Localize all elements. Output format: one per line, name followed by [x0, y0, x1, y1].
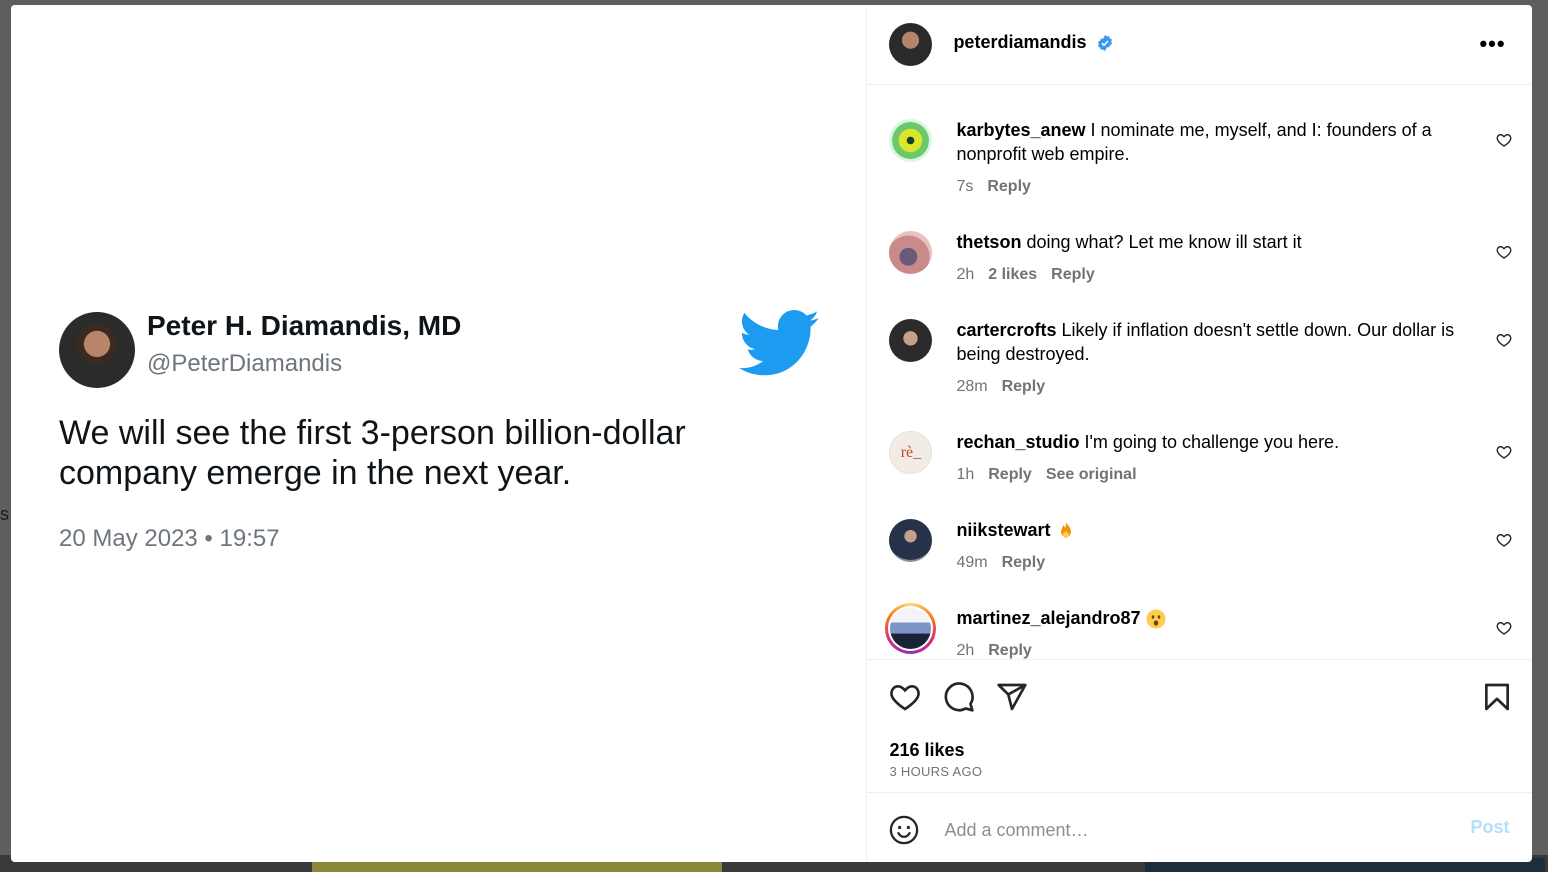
comment-meta: 49m Reply — [956, 554, 1059, 572]
owner-avatar[interactable] — [889, 23, 933, 66]
save-bookmark-icon[interactable] — [1481, 681, 1513, 713]
comment-username[interactable]: rechan_studio — [956, 432, 1079, 452]
comment-like-icon[interactable] — [1496, 532, 1512, 548]
twitter-bird-icon — [739, 310, 820, 376]
verified-badge-icon — [1098, 35, 1113, 51]
backdrop-edge-text: s — [0, 504, 9, 524]
comment-username[interactable]: niikstewart — [956, 520, 1050, 540]
reply-button[interactable]: Reply — [1002, 554, 1046, 571]
commenter-avatar[interactable] — [889, 119, 933, 162]
comment-text: martinez_alejandro87 — [956, 606, 1486, 630]
comment-meta: 28m Reply — [956, 378, 1059, 396]
comment-username[interactable]: karbytes_anew — [956, 120, 1085, 140]
comment-like-icon[interactable] — [1496, 444, 1512, 460]
comment-time: 1h — [956, 466, 975, 483]
comment-composer: Post — [867, 792, 1532, 862]
comment-text: karbytes_anew I nominate me, myself, and… — [956, 118, 1486, 166]
post-actions: 216 likes 3 HOURS AGO Post — [867, 659, 1532, 862]
comment-time: 49m — [956, 554, 988, 571]
comment-text: niikstewart — [956, 518, 1486, 542]
likes-count[interactable]: 216 likes — [889, 740, 964, 761]
post-time-ago: 3 HOURS AGO — [889, 764, 983, 779]
share-icon[interactable] — [996, 681, 1028, 713]
comments-list: karbytes_anew I nominate me, myself, and… — [867, 86, 1532, 659]
comment-text: rechan_studio I'm going to challenge you… — [956, 430, 1486, 454]
commenter-avatar-story-ring[interactable] — [885, 603, 937, 654]
comment-text: cartercrofts Likely if inflation doesn't… — [956, 318, 1486, 366]
owner-username[interactable]: peterdiamandis — [953, 32, 1086, 53]
reply-button[interactable]: Reply — [1051, 266, 1095, 283]
more-options-button[interactable]: ••• — [1479, 31, 1505, 57]
comment-username[interactable]: thetson — [956, 232, 1021, 252]
tweet-author-avatar — [59, 312, 135, 388]
comment-like-icon[interactable] — [1496, 132, 1512, 148]
post-modal: Peter H. Diamandis, MD @PeterDiamandis W… — [11, 5, 1532, 862]
comment-like-icon[interactable] — [1496, 244, 1512, 260]
see-original-button[interactable]: See original — [1046, 466, 1137, 483]
comment-time: 7s — [956, 178, 974, 195]
tweet-author-handle: @PeterDiamandis — [147, 350, 343, 377]
astonished-emoji-icon — [1146, 609, 1166, 629]
reply-button[interactable]: Reply — [988, 466, 1032, 483]
comment-meta: 7s Reply — [956, 178, 1044, 196]
comment-meta: 1h Reply See original — [956, 466, 1150, 484]
comment-text: thetson doing what? Let me know ill star… — [956, 230, 1486, 254]
fire-emoji-icon — [1060, 522, 1071, 539]
comment-content: I'm going to challenge you here. — [1079, 432, 1340, 452]
reply-button[interactable]: Reply — [987, 178, 1031, 195]
post-header: peterdiamandis ••• — [867, 5, 1532, 85]
commenter-avatar[interactable] — [889, 519, 933, 562]
comment-time: 28m — [956, 378, 988, 395]
commenter-avatar[interactable] — [889, 231, 933, 274]
comment-username[interactable]: cartercrofts — [956, 320, 1056, 340]
comment-meta: 2h 2 likes Reply — [956, 266, 1108, 284]
comment-username[interactable]: martinez_alejandro87 — [956, 608, 1140, 628]
comment-meta: 2h Reply — [956, 642, 1045, 659]
tweet-text: We will see the first 3-person billion-d… — [59, 414, 686, 492]
reply-button[interactable]: Reply — [988, 642, 1032, 659]
post-comment-button[interactable]: Post — [1470, 817, 1509, 838]
commenter-avatar[interactable] — [889, 319, 933, 362]
comment-like-icon[interactable] — [1496, 332, 1512, 348]
comment-like-icon[interactable] — [1496, 620, 1512, 636]
post-media: Peter H. Diamandis, MD @PeterDiamandis W… — [11, 5, 867, 862]
emoji-picker-icon[interactable] — [889, 815, 919, 845]
reply-button[interactable]: Reply — [1002, 378, 1046, 395]
commenter-avatar[interactable]: rè_ — [889, 431, 933, 474]
add-comment-input[interactable] — [942, 813, 1447, 847]
comment-content: doing what? Let me know ill start it — [1021, 232, 1302, 252]
tweet-author-name: Peter H. Diamandis, MD — [147, 310, 462, 341]
comment-time: 2h — [956, 642, 975, 659]
comment-likes[interactable]: 2 likes — [988, 266, 1037, 283]
like-icon[interactable] — [889, 681, 921, 713]
comment-time: 2h — [956, 266, 975, 283]
post-sidebar: peterdiamandis ••• karbytes_anew I nomin… — [866, 5, 1532, 862]
comment-icon[interactable] — [943, 681, 975, 713]
avatar-monogram: rè_ — [900, 443, 922, 461]
tweet-date: 20 May 2023 • 19:57 — [59, 525, 280, 552]
